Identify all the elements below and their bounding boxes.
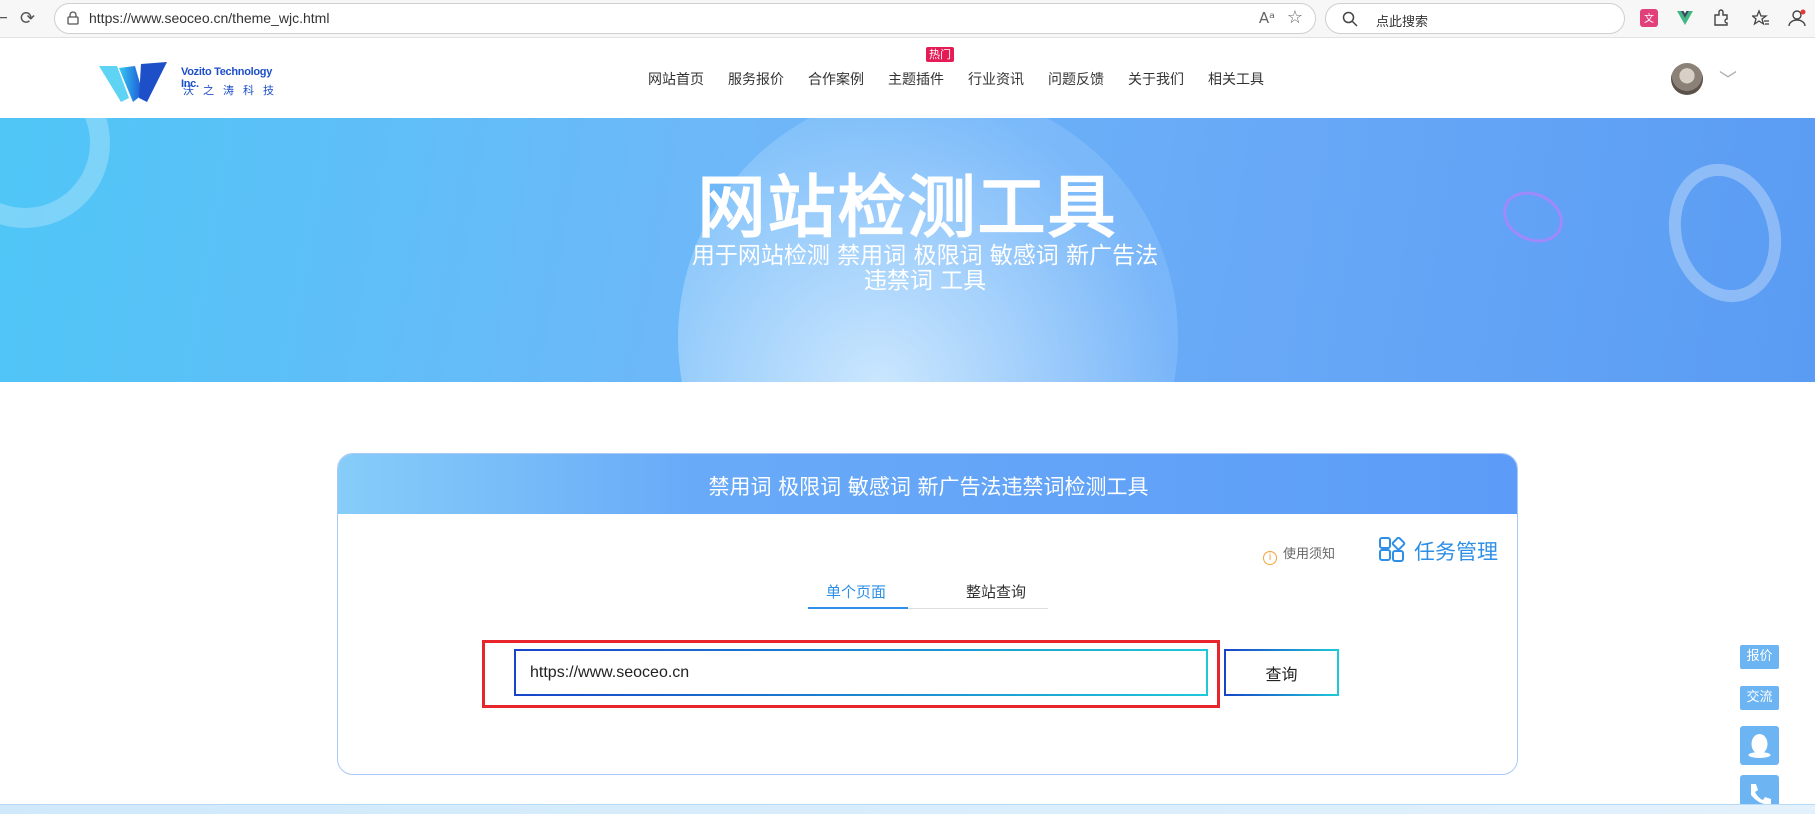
favorites-list-icon[interactable]	[1752, 9, 1770, 27]
profile-icon[interactable]	[1788, 9, 1806, 27]
nav-pricing[interactable]: 服务报价	[728, 69, 784, 89]
nav-feedback[interactable]: 问题反馈	[1048, 69, 1104, 89]
nav-about-us[interactable]: 关于我们	[1128, 69, 1184, 89]
browser-search-placeholder: 点此搜索	[1376, 15, 1429, 30]
nav-home[interactable]: 网站首页	[648, 69, 704, 89]
nav-related-tools[interactable]: 相关工具	[1208, 69, 1264, 89]
usage-notice-link[interactable]: i 使用须知	[1263, 543, 1335, 565]
card-header: 禁用词 极限词 敏感词 新广告法违禁词检测工具	[338, 454, 1517, 514]
search-icon	[1342, 11, 1358, 27]
side-quote-button[interactable]: 报价	[1740, 645, 1779, 669]
nav-industry-news[interactable]: 行业资讯	[968, 69, 1024, 89]
query-tabs: 单个页面 整站查询	[808, 581, 1048, 609]
next-section-edge	[0, 804, 1815, 814]
chevron-down-icon[interactable]: ﹀	[1719, 66, 1737, 92]
vue-extension-icon[interactable]	[1676, 9, 1694, 27]
detection-tool-card: 禁用词 极限词 敏感词 新广告法违禁词检测工具 i 使用须知 任务管理 单个页面 …	[337, 453, 1518, 775]
user-avatar[interactable]	[1671, 63, 1703, 95]
tab-single-page[interactable]: 单个页面	[826, 581, 886, 602]
qq-penguin-icon	[1748, 734, 1771, 758]
address-bar[interactable]: https://www.seoceo.cn/theme_wjc.html Aᵃ …	[54, 3, 1316, 34]
active-tab-underline	[808, 607, 908, 609]
translate-extension-icon[interactable]: 文	[1640, 9, 1658, 27]
hero-banner: 网站检测工具 用于网站检测 禁用词 极限词 敏感词 新广告法违禁词 工具	[0, 118, 1815, 382]
hero-title: 网站检测工具	[697, 169, 1118, 248]
extensions-puzzle-icon[interactable]	[1712, 9, 1730, 27]
tab-whole-site[interactable]: 整站查询	[966, 581, 1026, 602]
task-management-label: 任务管理	[1414, 540, 1498, 564]
address-url[interactable]: https://www.seoceo.cn/theme_wjc.html	[89, 10, 329, 26]
back-arrow-icon[interactable]: ←	[0, 10, 8, 26]
hero-subtitle: 用于网站检测 禁用词 极限词 敏感词 新广告法违禁词 工具	[691, 243, 1159, 294]
usage-notice-label: 使用须知	[1283, 547, 1336, 562]
grid-apps-icon	[1379, 537, 1406, 562]
card-title: 禁用词 极限词 敏感词 新广告法违禁词检测工具	[708, 475, 1149, 499]
site-logo[interactable]: Vozito Technology Inc. 沃之涛科技	[97, 60, 287, 106]
logo-w-icon	[99, 62, 167, 102]
info-icon: i	[1263, 551, 1277, 565]
browser-search-box[interactable]: 点此搜索	[1325, 3, 1625, 34]
browser-toolbar: ← ⟳ https://www.seoceo.cn/theme_wjc.html…	[0, 0, 1815, 38]
side-chat-button[interactable]: 交流	[1740, 686, 1779, 710]
reload-icon[interactable]: ⟳	[20, 8, 35, 29]
site-header: Vozito Technology Inc. 沃之涛科技 网站首页 服务报价 合…	[0, 38, 1815, 118]
brand-chinese-name: 沃之涛科技	[183, 84, 283, 97]
query-button[interactable]: 查询	[1224, 649, 1339, 696]
task-management-link[interactable]: 任务管理	[1378, 536, 1498, 566]
lock-icon	[67, 11, 79, 25]
read-aloud-icon[interactable]: Aᵃ	[1259, 9, 1275, 27]
favorite-star-icon[interactable]: ☆	[1287, 7, 1303, 28]
url-input[interactable]	[514, 649, 1208, 696]
svg-text:文: 文	[1644, 12, 1654, 25]
nav-cases[interactable]: 合作案例	[808, 69, 864, 89]
side-qq-button[interactable]	[1740, 726, 1779, 765]
nav-themes-plugins[interactable]: 主题插件	[888, 69, 944, 89]
hot-badge: 热门	[926, 47, 954, 62]
